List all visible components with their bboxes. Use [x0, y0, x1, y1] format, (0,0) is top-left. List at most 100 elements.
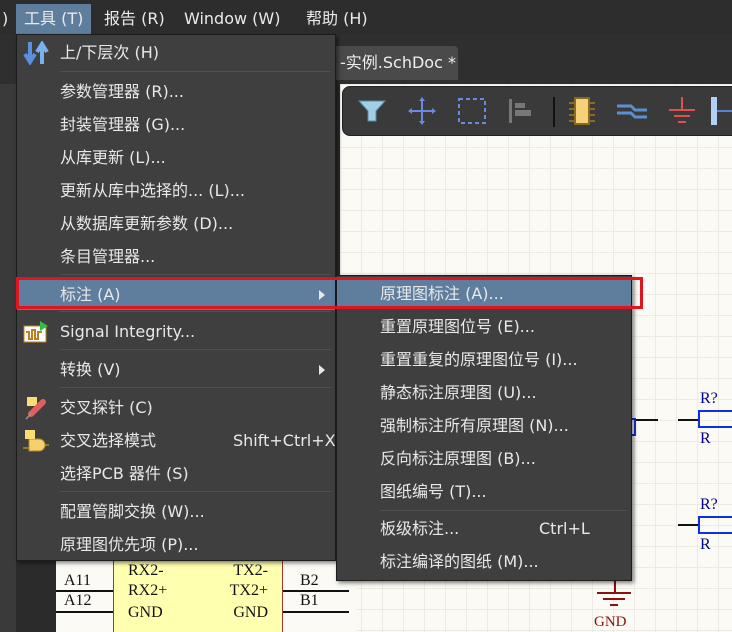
- menu-item-update-parameters-from-db[interactable]: 从数据库更新参数 (D)...: [17, 208, 335, 239]
- menu-item-cross-probe[interactable]: 交叉探针 (C): [17, 392, 335, 423]
- resistor-value: R: [700, 536, 711, 553]
- submenu-item-force-annotate-all[interactable]: 强制标注所有原理图 (N)...: [337, 410, 631, 441]
- submenu-item-back-annotate[interactable]: 反向标注原理图 (B)...: [337, 443, 631, 474]
- ground-icon: [614, 580, 616, 592]
- pin-label: B1: [300, 592, 319, 609]
- ground-icon-bar: [603, 598, 625, 600]
- component-pin-name: GND: [233, 604, 268, 621]
- port-icon[interactable]: [709, 95, 732, 127]
- menu-item-label: 从库更新 (L)...: [60, 148, 166, 167]
- pin-line: [283, 611, 349, 613]
- submenu-item-board-level-annotate[interactable]: 板级标注... Ctrl+L: [337, 513, 631, 544]
- align-icon[interactable]: [505, 95, 539, 127]
- menu-item-schematic-preferences[interactable]: 原理图优先项 (P)...: [17, 529, 335, 560]
- menu-item-label: 参数管理器 (R)...: [60, 82, 184, 101]
- menu-item-label: 反向标注原理图 (B)...: [380, 449, 536, 468]
- component-pin-name: TX2-: [233, 562, 268, 579]
- menu-separator: [60, 491, 331, 492]
- move-icon[interactable]: [405, 95, 439, 127]
- document-tab[interactable]: -实例.SchDoc *: [330, 46, 458, 80]
- resistor-2[interactable]: [698, 516, 732, 534]
- cross-select-icon: [23, 430, 49, 452]
- menu-item-convert[interactable]: 转换 (V): [17, 354, 335, 385]
- cross-probe-icon: [25, 397, 46, 420]
- menu-item-shortcut: Ctrl+L: [539, 519, 590, 538]
- menu-item-label: Signal Integrity...: [60, 322, 196, 341]
- ground-icon-bar: [597, 592, 631, 594]
- menu-separator: [380, 510, 627, 511]
- menu-item-label: 板级标注...: [380, 519, 460, 538]
- resistor-designator: R?: [700, 390, 718, 407]
- resistor-1[interactable]: [698, 410, 732, 428]
- menu-item-footprint-manager[interactable]: 封装管理器 (G)...: [17, 109, 335, 140]
- component-pin-name: GND: [128, 604, 163, 621]
- menu-item-label: 条目管理器...: [60, 247, 156, 266]
- menu-item-label: 强制标注所有原理图 (N)...: [380, 416, 569, 435]
- schematic-toolbar: [342, 86, 732, 136]
- menu-separator: [60, 311, 331, 312]
- menu-item-label: 转换 (V): [60, 360, 121, 379]
- menu-item-label: 选择PCB 器件 (S): [60, 464, 189, 483]
- resistor-value: R: [700, 430, 711, 447]
- menu-item-signal-integrity[interactable]: Signal Integrity...: [17, 316, 335, 347]
- resistor-designator: R?: [700, 496, 718, 513]
- pin-label: A12: [64, 592, 92, 609]
- menu-item-label: 封装管理器 (G)...: [60, 115, 186, 134]
- menu-item-label: 重置重复的原理图位号 (I)...: [380, 350, 578, 369]
- schematic-component[interactable]: RX2- RX2+ GND TX2- TX2+ GND: [113, 556, 283, 632]
- menu-item-label: 交叉选择模式: [60, 431, 157, 450]
- menu-separator: [60, 274, 331, 275]
- submenu-item-reset-duplicate-designators[interactable]: 重置重复的原理图位号 (I)...: [337, 344, 631, 375]
- menu-help[interactable]: 帮助 (H): [298, 4, 376, 34]
- signal-integrity-icon: [23, 321, 48, 343]
- menu-item-label: 标注编译的图纸 (M)...: [380, 552, 539, 571]
- menu-item-hierarchy[interactable]: 上/下层次 (H): [17, 37, 335, 68]
- menu-item-label: 上/下层次 (H): [60, 43, 159, 62]
- menu-item-select-pcb-components[interactable]: 选择PCB 器件 (S): [17, 458, 335, 489]
- ground-icon[interactable]: [665, 95, 699, 127]
- menu-window[interactable]: Window (W): [176, 4, 288, 34]
- bus-icon[interactable]: [615, 95, 649, 127]
- pin-line: [56, 611, 114, 613]
- menu-separator: [60, 387, 331, 388]
- menu-item-cross-select-mode[interactable]: 交叉选择模式 Shift+Ctrl+X: [17, 425, 336, 456]
- submenu-item-reset-designators[interactable]: 重置原理图位号 (E)...: [337, 311, 631, 342]
- select-rect-icon[interactable]: [455, 95, 489, 127]
- menu-item-label: 原理图优先项 (P)...: [60, 535, 199, 554]
- menu-item-label: 配置管脚交换 (W)...: [60, 502, 205, 521]
- menu-item-label: 图纸编号 (T)...: [380, 482, 487, 501]
- submenu-item-static-annotate[interactable]: 静态标注原理图 (U)...: [337, 377, 631, 408]
- filter-icon[interactable]: [355, 95, 389, 127]
- up-down-hierarchy-icon: [23, 41, 49, 65]
- menu-item-label: 重置原理图位号 (E)...: [380, 317, 535, 336]
- menu-item-label: 交叉探针 (C): [60, 398, 153, 417]
- submenu-item-annotate-compiled-sheets[interactable]: 标注编译的图纸 (M)...: [337, 546, 631, 577]
- wire: [678, 419, 698, 421]
- pin-label: A11: [64, 572, 91, 589]
- menu-separator: [60, 71, 331, 72]
- menu-item-parameter-manager[interactable]: 参数管理器 (R)...: [17, 76, 335, 107]
- wire: [636, 419, 658, 421]
- component-icon[interactable]: [565, 95, 599, 127]
- left-panel: [0, 84, 16, 632]
- menu-item-label: 从数据库更新参数 (D)...: [60, 214, 234, 233]
- menu-item-update-from-library[interactable]: 从库更新 (L)...: [17, 142, 335, 173]
- submenu-item-sheet-numbering[interactable]: 图纸编号 (T)...: [337, 476, 631, 507]
- ground-label: GND: [594, 614, 627, 630]
- wire: [678, 524, 698, 526]
- menu-item-update-selected-from-library[interactable]: 更新从库中选择的... (L)...: [17, 175, 335, 206]
- annotation-submenu: 原理图标注 (A)... 重置原理图位号 (E)... 重置重复的原理图位号 (…: [336, 275, 632, 581]
- menu-reports[interactable]: 报告 (R): [96, 4, 173, 34]
- menu-item-label: 更新从库中选择的... (L)...: [60, 181, 246, 200]
- menu-bar: ) 工具 (T) 报告 (R) Window (W) 帮助 (H): [0, 0, 732, 34]
- component-pin-name: TX2+: [229, 582, 268, 599]
- toolbar-divider: [553, 97, 555, 127]
- menu-tools[interactable]: 工具 (T): [16, 4, 92, 34]
- menu-item-configure-pin-swap[interactable]: 配置管脚交换 (W)...: [17, 496, 335, 527]
- component-pin-name: RX2+: [128, 582, 168, 599]
- ground-icon-bar: [610, 604, 618, 606]
- menu-item-label: 静态标注原理图 (U)...: [380, 383, 537, 402]
- menu-edit-partial[interactable]: ): [0, 4, 16, 34]
- menu-item-item-manager[interactable]: 条目管理器...: [17, 241, 335, 272]
- menu-separator: [60, 349, 331, 350]
